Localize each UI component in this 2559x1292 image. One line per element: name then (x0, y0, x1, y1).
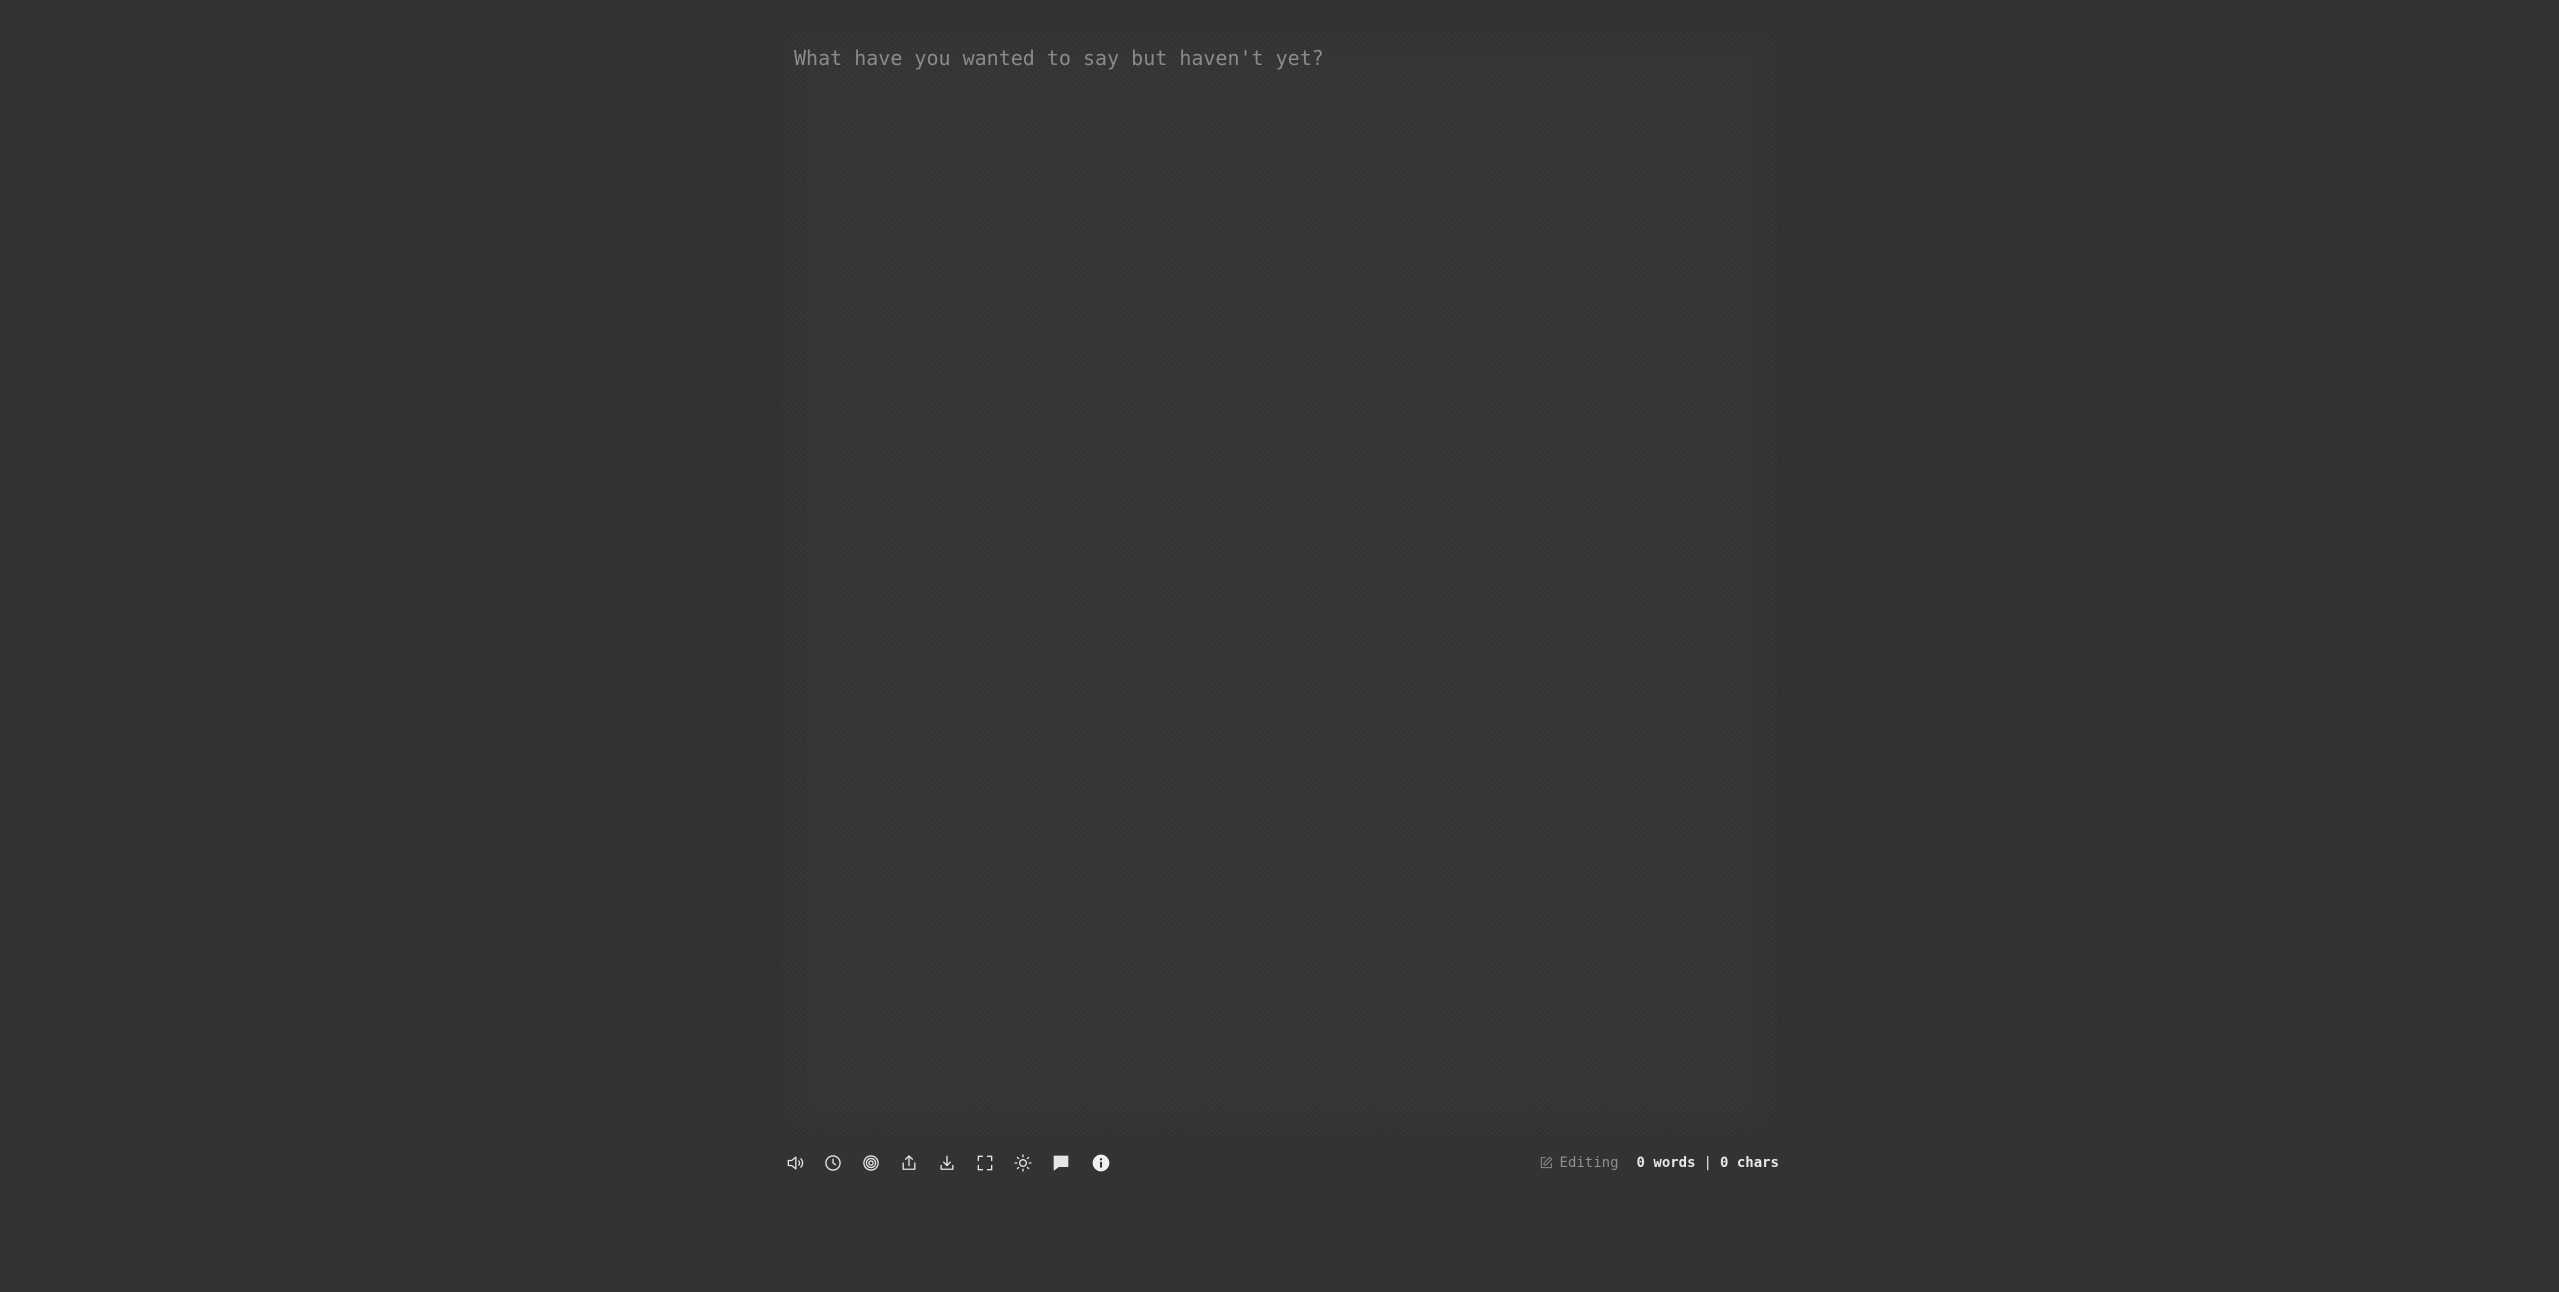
target-icon (863, 1155, 879, 1171)
editing-mode-indicator[interactable]: Editing (1538, 1155, 1619, 1171)
theme-toggle-button[interactable] (1008, 1148, 1038, 1178)
feedback-button[interactable] (1046, 1148, 1076, 1178)
fullscreen-icon (977, 1155, 993, 1171)
bottom-toolbar: Editing 0 words | 0 chars (780, 1148, 1779, 1178)
editor-surface (780, 29, 1779, 1136)
word-char-counter: 0 words | 0 chars (1637, 1155, 1779, 1171)
chat-bubble-icon (1053, 1155, 1069, 1171)
sound-toggle-button[interactable] (780, 1148, 810, 1178)
speaker-icon (787, 1156, 804, 1170)
fullscreen-button[interactable] (970, 1148, 1000, 1178)
clock-icon (825, 1155, 841, 1171)
info-button[interactable] (1086, 1148, 1116, 1178)
share-button[interactable] (894, 1148, 924, 1178)
share-icon (902, 1155, 916, 1170)
download-button[interactable] (932, 1148, 962, 1178)
info-icon (1092, 1154, 1110, 1172)
sun-icon (1014, 1154, 1032, 1172)
counter-separator: | (1703, 1155, 1712, 1171)
pencil-square-icon (1540, 1156, 1552, 1169)
writing-textarea[interactable] (794, 43, 1759, 1118)
download-icon (940, 1155, 954, 1170)
word-count: 0 words (1636, 1155, 1696, 1171)
timer-button[interactable] (818, 1148, 848, 1178)
app-window: Editing 0 words | 0 chars (0, 0, 2559, 1292)
char-count: 0 chars (1719, 1155, 1779, 1171)
target-button[interactable] (856, 1148, 886, 1178)
status-area: Editing 0 words | 0 chars (1538, 1148, 1779, 1178)
mode-label: Editing (1559, 1155, 1619, 1171)
